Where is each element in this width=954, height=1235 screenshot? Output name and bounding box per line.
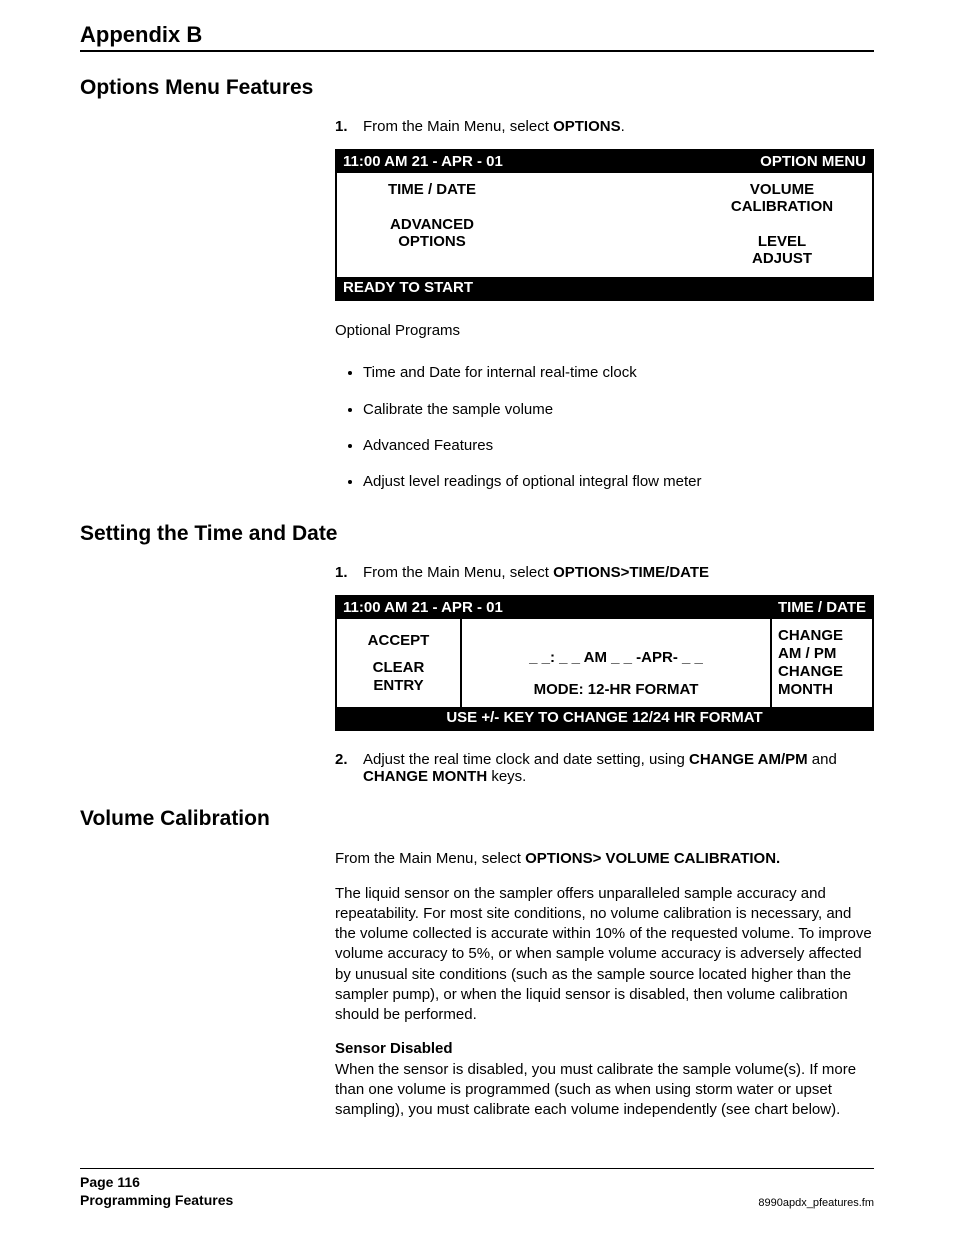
header-rule (80, 50, 874, 52)
time-date-content: 1. From the Main Menu, select OPTIONS>TI… (335, 564, 874, 785)
optional-programs-list: Time and Date for internal real-time clo… (335, 355, 874, 500)
opt-advanced-b: OPTIONS (347, 233, 517, 250)
section-volume-calibration-title: Volume Calibration (80, 807, 874, 831)
t-bold: CHANGE AM/PM (689, 751, 808, 768)
step-number: 1. (335, 564, 363, 581)
opt-time-date: TIME / DATE (347, 181, 517, 198)
t-bold: OPTIONS (553, 118, 621, 135)
volcal-para1: The liquid sensor on the sampler offers … (335, 884, 874, 1026)
sub-body: When the sensor is disabled, you must ca… (335, 1061, 856, 1119)
timedate-step2: 2. Adjust the real time clock and date s… (335, 751, 874, 785)
footer-filename: 8990apdx_pfeatures.fm (758, 1197, 874, 1209)
t: . (621, 118, 625, 135)
optional-programs-label: Optional Programs (335, 321, 874, 341)
options-menu-content: 1. From the Main Menu, select OPTIONS. 1… (335, 118, 874, 500)
btn-accept: ACCEPT (343, 632, 454, 650)
page-footer: Page 116 Programming Features 8990apdx_p… (80, 1168, 874, 1209)
opt-volume-b: CALIBRATION (702, 198, 862, 215)
t-bold: OPTIONS> VOLUME CALIBRATION. (525, 850, 780, 867)
btn-change-month: CHANGE MONTH (778, 663, 866, 699)
time-template: _ _: _ _ AM _ _ -APR- _ _ (468, 649, 764, 667)
t: MONTH (778, 681, 833, 698)
section-time-date-title: Setting the Time and Date (80, 522, 874, 546)
t: CLEAR (373, 659, 425, 676)
step-text: Adjust the real time clock and date sett… (363, 751, 874, 785)
screen-header: 11:00 AM 21 - APR - 01 OPTION MENU (337, 151, 872, 173)
screen-time: 11:00 AM 21 - APR - 01 (343, 599, 503, 616)
screen-title: TIME / DATE (778, 599, 866, 616)
list-item: Calibrate the sample volume (363, 392, 874, 428)
option-menu-screen: 11:00 AM 21 - APR - 01 OPTION MENU TIME … (335, 149, 874, 301)
section-options-menu-title: Options Menu Features (80, 76, 874, 100)
t-bold: OPTIONS>TIME/DATE (553, 564, 709, 581)
page-number: Page 116 (80, 1174, 140, 1190)
screen-footer: READY TO START (337, 277, 872, 299)
footer-rule (80, 1168, 874, 1169)
step-number: 2. (335, 751, 363, 768)
sub-heading: Sensor Disabled (335, 1040, 453, 1057)
screen-footer: USE +/- KEY TO CHANGE 12/24 HR FORMAT (337, 707, 872, 729)
opt-level-b: ADJUST (702, 250, 862, 267)
t: CHANGE (778, 627, 843, 644)
opt-level-a: LEVEL (702, 233, 862, 250)
opt-advanced-a: ADVANCED (347, 216, 517, 233)
t: keys. (487, 768, 526, 785)
timedate-step1: 1. From the Main Menu, select OPTIONS>TI… (335, 564, 874, 581)
t: AM / PM (778, 645, 836, 662)
list-item: Advanced Features (363, 428, 874, 464)
page: Appendix B Options Menu Features 1. From… (0, 0, 954, 1235)
step-text: From the Main Menu, select OPTIONS. (363, 118, 874, 135)
t: From the Main Menu, select (335, 850, 525, 867)
t: From the Main Menu, select (363, 118, 553, 135)
btn-change-ampm: CHANGE AM / PM (778, 627, 866, 663)
screen-body: ACCEPT CLEAR ENTRY _ _: _ _ AM _ _ -APR-… (337, 619, 872, 707)
volcal-sensor-disabled: Sensor Disabled When the sensor is disab… (335, 1039, 874, 1120)
t-bold: CHANGE MONTH (363, 768, 487, 785)
options-step1: 1. From the Main Menu, select OPTIONS. (335, 118, 874, 135)
screen-time: 11:00 AM 21 - APR - 01 (343, 153, 503, 170)
t: Adjust the real time clock and date sett… (363, 751, 689, 768)
time-date-screen: 11:00 AM 21 - APR - 01 TIME / DATE ACCEP… (335, 595, 874, 731)
opt-volume-a: VOLUME (702, 181, 862, 198)
mode-label: MODE: 12-HR FORMAT (468, 681, 764, 699)
step-text: From the Main Menu, select OPTIONS>TIME/… (363, 564, 874, 581)
t: From the Main Menu, select (363, 564, 553, 581)
screen-body: TIME / DATE ADVANCED OPTIONS VOLUME CALI… (337, 173, 872, 277)
t: CHANGE (778, 663, 843, 680)
btn-clear-entry: CLEAR ENTRY (343, 659, 454, 695)
step-number: 1. (335, 118, 363, 135)
footer-section: Programming Features (80, 1192, 233, 1208)
list-item: Adjust level readings of optional integr… (363, 464, 874, 500)
screen-header: 11:00 AM 21 - APR - 01 TIME / DATE (337, 597, 872, 619)
volume-calibration-content: From the Main Menu, select OPTIONS> VOLU… (335, 849, 874, 1120)
screen-title: OPTION MENU (760, 153, 866, 170)
appendix-title: Appendix B (80, 22, 874, 48)
list-item: Time and Date for internal real-time clo… (363, 355, 874, 391)
t: ENTRY (373, 677, 423, 694)
volcal-intro: From the Main Menu, select OPTIONS> VOLU… (335, 849, 874, 869)
t: and (808, 751, 837, 768)
